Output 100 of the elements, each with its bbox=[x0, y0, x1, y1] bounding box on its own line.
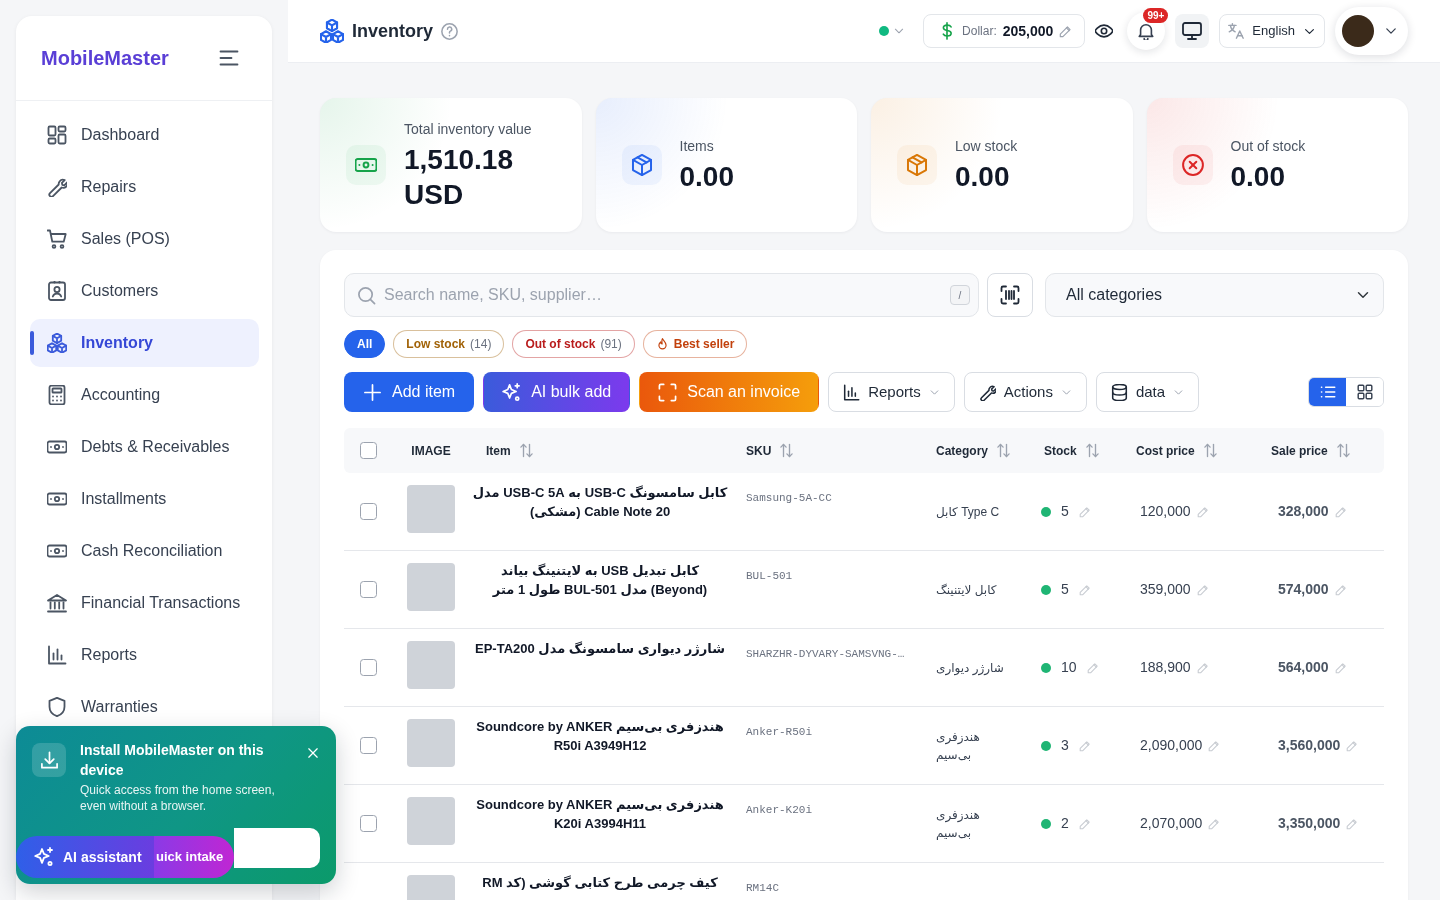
pencil-icon[interactable] bbox=[1078, 739, 1091, 752]
display-button[interactable] bbox=[1175, 14, 1210, 48]
search-input[interactable]: Search name, SKU, supplier… bbox=[384, 283, 942, 307]
stock-count: 5 bbox=[1061, 580, 1069, 599]
pencil-icon[interactable] bbox=[1196, 505, 1209, 518]
profile-menu-button[interactable] bbox=[1335, 7, 1408, 55]
toolbar-button[interactable]: Reports bbox=[828, 372, 955, 412]
toolbar-button[interactable]: Add item bbox=[344, 372, 475, 412]
sidebar-item[interactable]: Customers bbox=[30, 267, 259, 315]
language-select[interactable]: English bbox=[1219, 14, 1325, 48]
scan-frame-icon bbox=[658, 382, 678, 402]
barcode-scan-button[interactable] bbox=[987, 273, 1033, 317]
sort-icon[interactable] bbox=[779, 443, 795, 458]
menu-icon[interactable] bbox=[219, 48, 239, 68]
sidebar-item[interactable]: Dashboard bbox=[30, 111, 259, 159]
pencil-icon[interactable] bbox=[1078, 583, 1091, 596]
column-header[interactable]: Cost price bbox=[1136, 441, 1195, 460]
column-header[interactable]: SKU bbox=[746, 441, 772, 460]
column-header[interactable]: Stock bbox=[1044, 441, 1077, 460]
sort-icon[interactable] bbox=[1084, 443, 1100, 458]
product-photo bbox=[407, 563, 455, 611]
toolbar-button[interactable]: Actions bbox=[963, 372, 1087, 412]
sidebar-item[interactable]: Repairs bbox=[30, 163, 259, 211]
pencil-icon[interactable] bbox=[1196, 661, 1209, 674]
sort-icon[interactable] bbox=[996, 443, 1011, 458]
sidebar-item[interactable]: Financial Transactions bbox=[30, 579, 259, 627]
sidebar-item[interactable]: Accounting bbox=[30, 371, 259, 419]
status-button[interactable] bbox=[879, 25, 906, 37]
item-name: کیف چرمی طرح کتابی گوشی (کد RM bbox=[481, 874, 719, 892]
row-checkbox[interactable] bbox=[359, 659, 377, 676]
ai-assistant-button[interactable]: AI assistant bbox=[16, 836, 154, 878]
search-field[interactable]: Search name, SKU, supplier… / bbox=[344, 273, 979, 317]
item-name: هندزفری بی‌سیم Soundcore by ANKER K20i A3994H11 bbox=[475, 796, 725, 833]
column-header[interactable]: Sale price bbox=[1271, 441, 1328, 460]
filter-chip[interactable]: Out of stock (91) bbox=[512, 330, 635, 358]
flame-icon bbox=[655, 337, 669, 351]
stock-count: 5 bbox=[1061, 502, 1069, 521]
database-icon bbox=[1110, 383, 1128, 401]
notification-badge: 99+ bbox=[1143, 8, 1169, 23]
category-text: شارژر دیواری bbox=[936, 659, 1005, 677]
quick-intake-button[interactable]: uick intake bbox=[154, 836, 234, 878]
stat-value: 0.00 bbox=[955, 160, 1011, 194]
sku-text: BUL-501 bbox=[745, 569, 794, 584]
sort-icon[interactable] bbox=[1335, 443, 1351, 458]
sidebar-item[interactable]: Debts & Receivables bbox=[30, 423, 259, 471]
currency-rate-button[interactable]: Dollar: 205,000 bbox=[923, 14, 1086, 48]
row-checkbox[interactable] bbox=[359, 815, 377, 832]
row-checkbox[interactable] bbox=[359, 737, 377, 754]
dashboard-icon bbox=[47, 125, 67, 145]
sort-icon[interactable] bbox=[518, 443, 534, 458]
pencil-icon[interactable] bbox=[1208, 739, 1221, 752]
pencil-icon[interactable] bbox=[1334, 661, 1347, 674]
sort-icon[interactable] bbox=[1202, 443, 1218, 458]
pencil-icon[interactable] bbox=[1086, 661, 1099, 674]
calculator-icon bbox=[47, 385, 67, 405]
item-name: شارژر دیواری سامسونگ مدل EP-TA200 bbox=[474, 640, 726, 658]
stat-value: 1,510.18 USD bbox=[404, 142, 514, 212]
pencil-icon bbox=[1059, 24, 1073, 38]
sale-price: 3,560,000 bbox=[1278, 736, 1341, 755]
stat-label: Total inventory value bbox=[404, 119, 533, 139]
sidebar-item[interactable]: Reports bbox=[30, 631, 259, 679]
sidebar-item[interactable]: Sales (POS) bbox=[30, 215, 259, 263]
row-checkbox[interactable] bbox=[359, 503, 377, 520]
page-title: Inventory bbox=[352, 19, 434, 43]
pencil-icon[interactable] bbox=[1196, 583, 1209, 596]
column-header[interactable]: Item bbox=[486, 441, 511, 460]
pencil-icon[interactable] bbox=[1078, 505, 1091, 518]
category-select[interactable]: All categories bbox=[1045, 273, 1384, 317]
sparkles-icon bbox=[502, 382, 522, 402]
pencil-icon[interactable] bbox=[1078, 817, 1091, 830]
list-view-button[interactable] bbox=[1309, 378, 1346, 406]
id-card-icon bbox=[47, 281, 67, 301]
item-name: هندزفری بی‌سیم Soundcore by ANKER R50i A3949H12 bbox=[475, 718, 725, 755]
select-all-checkbox[interactable] bbox=[359, 442, 377, 459]
pencil-icon[interactable] bbox=[1346, 739, 1359, 752]
sidebar-item[interactable]: Cash Reconciliation bbox=[30, 527, 259, 575]
help-icon[interactable] bbox=[441, 22, 459, 40]
toolbar-button[interactable]: data bbox=[1095, 372, 1200, 412]
shield-icon bbox=[47, 697, 67, 717]
pencil-icon[interactable] bbox=[1208, 817, 1221, 830]
close-icon[interactable] bbox=[306, 746, 320, 760]
grid-icon bbox=[1356, 384, 1373, 400]
filter-chip[interactable]: Low stock (14) bbox=[393, 330, 505, 358]
pencil-icon[interactable] bbox=[1334, 583, 1347, 596]
eye-icon[interactable] bbox=[1095, 22, 1114, 40]
filter-chip[interactable]: Best seller bbox=[642, 330, 748, 358]
sidebar-item[interactable]: Inventory bbox=[30, 319, 259, 367]
product-photo bbox=[407, 797, 455, 845]
toolbar-button[interactable]: AI bulk add bbox=[483, 372, 631, 412]
pencil-icon[interactable] bbox=[1334, 505, 1347, 518]
column-header[interactable]: Category bbox=[936, 441, 988, 460]
barcode-scan-icon bbox=[1000, 285, 1020, 305]
sku-text: SHARZHR-DYVARY-SAMSVNG-… bbox=[745, 647, 906, 662]
row-checkbox[interactable] bbox=[359, 581, 377, 598]
filter-chip[interactable]: All bbox=[344, 330, 386, 358]
category-text: هندزفری بی‌سیم bbox=[936, 728, 981, 764]
sidebar-item[interactable]: Warranties bbox=[30, 683, 259, 731]
pencil-icon[interactable] bbox=[1346, 817, 1359, 830]
sidebar-item[interactable]: Installments bbox=[30, 475, 259, 523]
sale-price: 328,000 bbox=[1278, 502, 1329, 521]
